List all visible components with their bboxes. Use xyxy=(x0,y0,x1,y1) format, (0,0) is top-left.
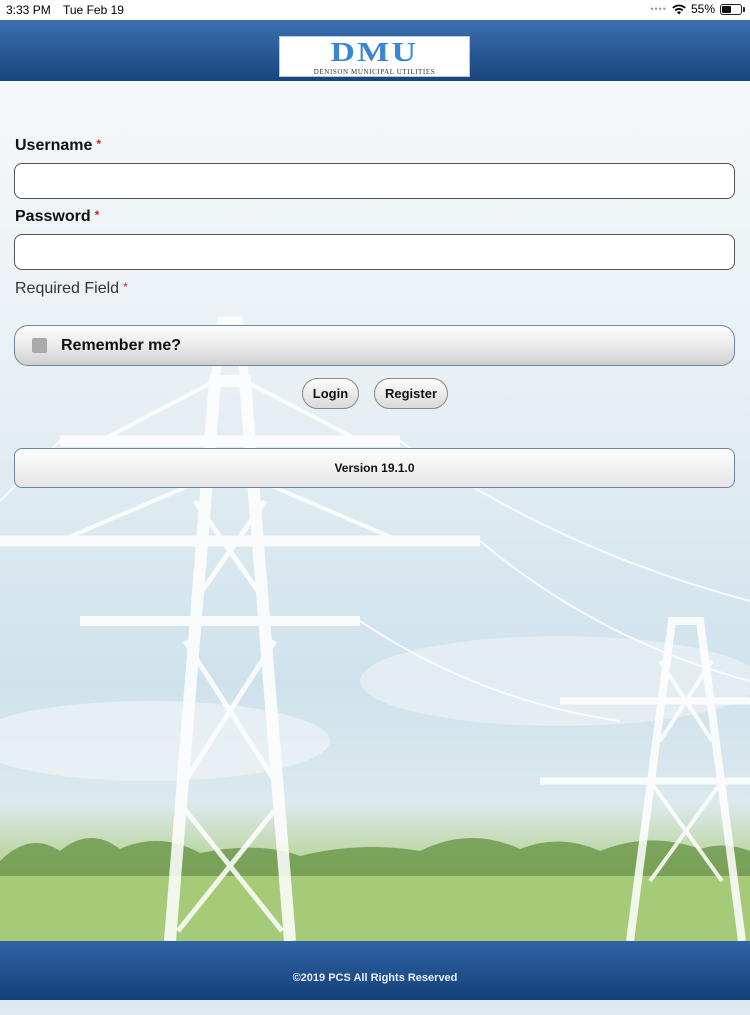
multitasking-dots-icon: •••• xyxy=(650,4,667,14)
remember-me-toggle[interactable]: Remember me? xyxy=(14,325,735,366)
logo-subtitle: DENISON MUNICIPAL UTILITIES xyxy=(313,68,436,76)
remember-me-label: Remember me? xyxy=(61,337,182,354)
logo-mark: DMU xyxy=(330,37,419,67)
required-asterisk: * xyxy=(94,208,100,222)
password-label-text: Password xyxy=(15,208,91,225)
power-pylons-illustration xyxy=(0,316,750,941)
dmu-logo: DMU DENISON MUNICIPAL UTILITIES xyxy=(279,36,470,77)
remember-me-checkbox[interactable] xyxy=(32,338,47,353)
register-button[interactable]: Register xyxy=(374,378,448,409)
copyright-text: ©2019 PCS All Rights Reserved xyxy=(292,972,458,984)
app-header: DMU DENISON MUNICIPAL UTILITIES xyxy=(0,20,750,81)
required-asterisk: * xyxy=(123,280,128,294)
username-input[interactable] xyxy=(14,163,735,199)
wifi-icon xyxy=(672,4,686,14)
status-bar: 3:33 PM Tue Feb 19 •••• 55% xyxy=(0,0,750,20)
required-field-text: Required Field xyxy=(15,280,120,297)
battery-icon xyxy=(720,3,745,15)
required-asterisk: * xyxy=(96,137,102,151)
battery-percent: 55% xyxy=(690,2,715,16)
password-input[interactable] xyxy=(14,234,735,270)
password-label: Password * xyxy=(15,208,99,226)
required-field-note: Required Field * xyxy=(15,280,128,298)
login-button[interactable]: Login xyxy=(302,378,359,409)
username-label: Username * xyxy=(15,137,101,155)
username-label-text: Username xyxy=(15,137,93,154)
version-bar: Version 19.1.0 xyxy=(14,448,735,488)
background-scene xyxy=(0,81,750,941)
status-indicators: •••• 55% xyxy=(650,2,745,16)
app-footer: ©2019 PCS All Rights Reserved xyxy=(0,941,750,1000)
status-time: 3:33 PM xyxy=(6,3,51,17)
status-date: Tue Feb 19 xyxy=(63,3,124,17)
